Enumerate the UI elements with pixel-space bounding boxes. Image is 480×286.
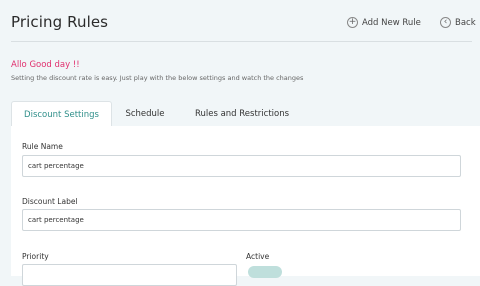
page-header: Pricing Rules + Add New Rule ‹ Back xyxy=(0,0,480,42)
greeting-text: Allo Good day !! xyxy=(11,60,80,70)
chevron-left-circle-icon: ‹ xyxy=(440,17,451,28)
discount-label-input[interactable]: cart percentage xyxy=(22,209,461,231)
intro-description: Setting the discount rate is easy. Just … xyxy=(11,74,304,82)
header-divider xyxy=(11,41,472,42)
tab-schedule[interactable]: Schedule xyxy=(112,101,178,127)
plus-circle-icon: + xyxy=(347,17,358,28)
tab-discount-settings[interactable]: Discount Settings xyxy=(11,101,112,127)
back-label: Back xyxy=(455,17,476,28)
tab-rules-and-restrictions[interactable]: Rules and Restrictions xyxy=(178,101,306,127)
add-new-rule-label: Add New Rule xyxy=(362,17,421,28)
add-new-rule-button[interactable]: + Add New Rule xyxy=(347,17,421,28)
rule-name-input[interactable]: cart percentage xyxy=(22,155,461,177)
rule-name-label: Rule Name xyxy=(22,142,63,151)
discount-label-label: Discount Label xyxy=(22,197,78,206)
priority-label: Priority xyxy=(22,252,49,261)
active-toggle[interactable] xyxy=(248,266,282,278)
page-title: Pricing Rules xyxy=(11,13,109,31)
priority-input[interactable] xyxy=(22,264,237,286)
back-button[interactable]: ‹ Back xyxy=(440,17,476,28)
active-label: Active xyxy=(246,252,270,261)
